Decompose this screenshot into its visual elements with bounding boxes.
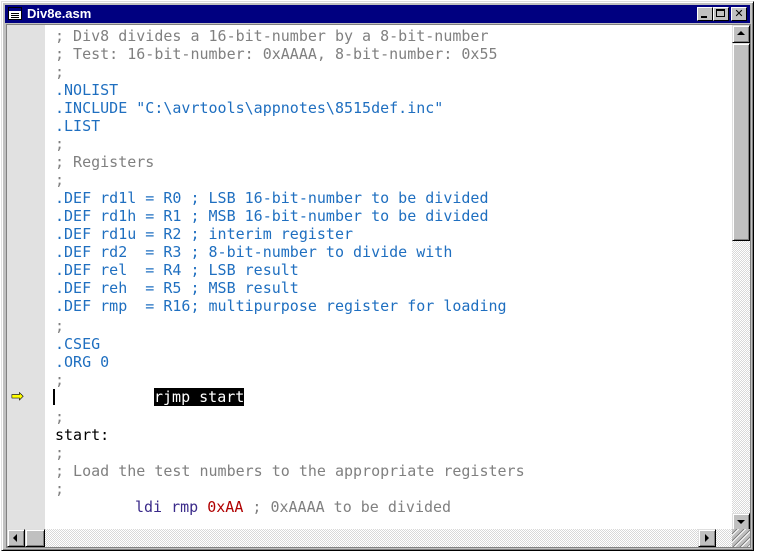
maximize-button[interactable] (713, 7, 729, 21)
code-line: .DEF rmp = R16; multipurpose register fo… (55, 297, 507, 315)
editor-client-area: ; Div8 divides a 16-bit-number by a 8-bi… (6, 24, 751, 548)
horizontal-scrollbar[interactable] (7, 529, 734, 547)
highlighted-instruction: rjmp start (154, 388, 245, 406)
arrow-up-icon (737, 31, 745, 35)
scroll-left-button[interactable] (7, 529, 25, 547)
code-line: ; (55, 480, 65, 498)
current-line-arrow-icon (11, 388, 27, 404)
arrow-left-icon (13, 534, 17, 542)
code-line: ; (55, 63, 65, 81)
code-line-partial: ldi rmp 0xAA ; 0xAAAA to be divided (135, 498, 451, 516)
code-line: ; Load the test numbers to the appropria… (55, 462, 525, 480)
code-label-line: start: (55, 426, 110, 444)
scroll-right-button[interactable] (698, 529, 716, 547)
code-line: .DEF rd1h = R1 ; MSB 16-bit-number to be… (55, 207, 489, 225)
instruction-text: ldi rmp (135, 498, 199, 516)
code-line: .DEF rd2 = R3 ; 8-bit-number to divide w… (55, 243, 453, 261)
code-line-current: rjmp start (154, 388, 245, 406)
title-bar[interactable]: Div8e.asm ✕ (5, 5, 750, 23)
code-line: .DEF reh = R5 ; MSB result (55, 279, 299, 297)
code-line: ; Div8 divides a 16-bit-number by a 8-bi… (55, 27, 489, 45)
inline-comment: ; 0xAAAA to be divided (252, 498, 452, 516)
code-line: .ORG 0 (55, 353, 110, 371)
vertical-scrollbar[interactable] (732, 25, 750, 531)
size-grip[interactable] (732, 529, 750, 547)
code-line: .CSEG (55, 335, 101, 353)
code-line: ; (55, 444, 65, 462)
code-line: ; (55, 408, 65, 426)
code-line: ; (55, 371, 65, 389)
code-line: .DEF rd1l = R0 ; LSB 16-bit-number to be… (55, 189, 489, 207)
document-icon[interactable] (8, 7, 22, 20)
code-editor[interactable]: ; Div8 divides a 16-bit-number by a 8-bi… (7, 25, 732, 531)
close-button[interactable]: ✕ (731, 7, 747, 21)
editor-window: Div8e.asm ✕ ; Div8 divides a 16-bit-numb… (1, 1, 754, 551)
code-line: ; (55, 171, 65, 189)
number-literal: 0xAA (207, 498, 244, 516)
arrow-right-icon (705, 534, 709, 542)
code-line: .LIST (55, 117, 101, 135)
horizontal-scroll-thumb[interactable] (25, 529, 45, 547)
code-line: .NOLIST (55, 81, 119, 99)
text-cursor (53, 389, 55, 405)
minimize-button[interactable] (697, 7, 713, 21)
vertical-scroll-thumb[interactable] (732, 43, 750, 241)
code-line: ; Test: 16-bit-number: 0xAAAA, 8-bit-num… (55, 45, 498, 63)
code-line: .INCLUDE "C:\avrtools\appnotes\8515def.i… (55, 99, 444, 117)
code-line: ; Registers (55, 153, 155, 171)
arrow-down-icon (737, 520, 745, 524)
code-line: .DEF rd1u = R2 ; interim register (55, 225, 354, 243)
code-line: .DEF rel = R4 ; LSB result (55, 261, 299, 279)
window-title: Div8e.asm (27, 6, 92, 21)
code-line: ; (55, 135, 65, 153)
scroll-up-button[interactable] (732, 25, 750, 43)
code-line: ; (55, 317, 65, 335)
